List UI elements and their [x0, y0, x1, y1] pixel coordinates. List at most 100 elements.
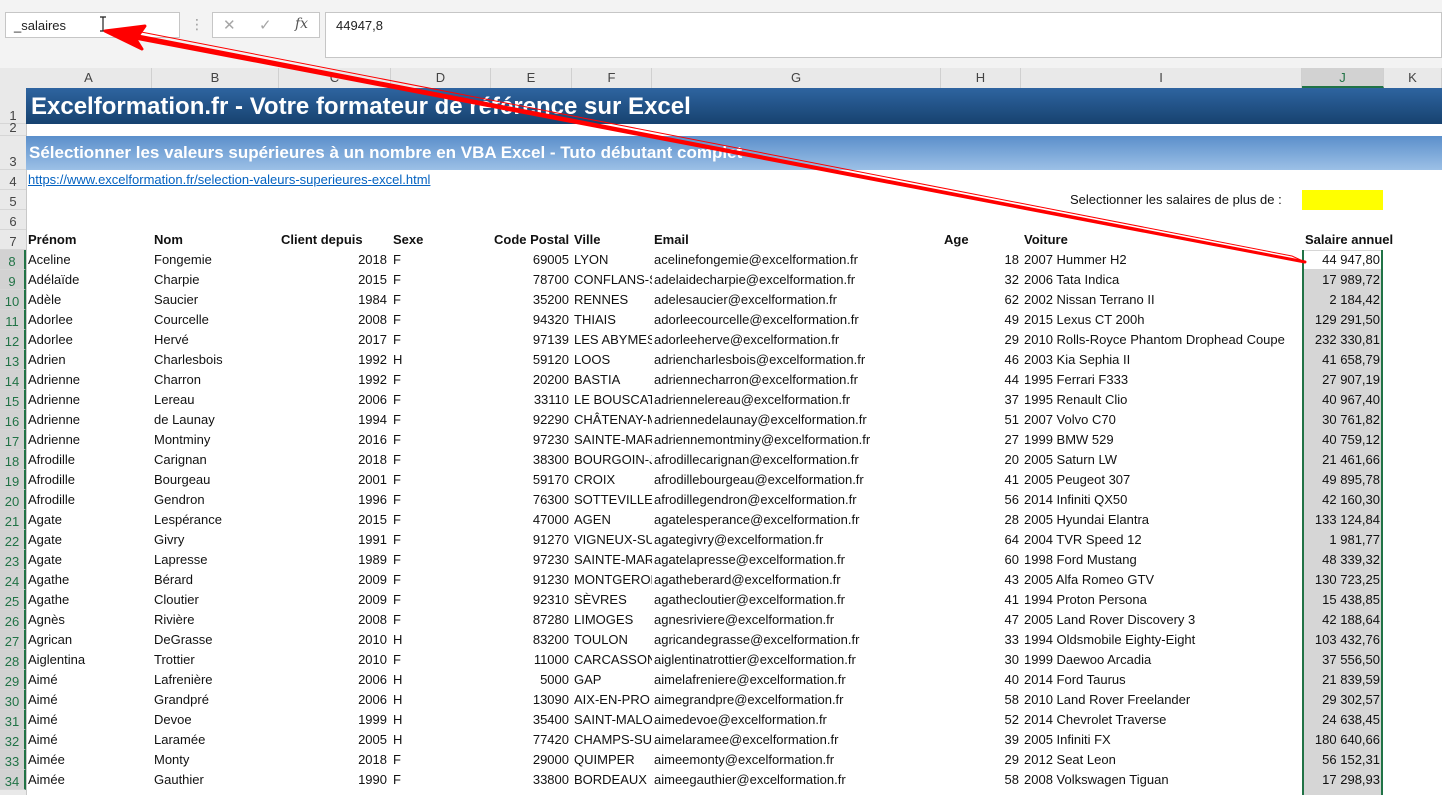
cell-ville[interactable]: BORDEAUX — [574, 772, 652, 787]
threshold-input-cell[interactable] — [1302, 190, 1383, 210]
cell-code-postal[interactable]: 35200 — [491, 292, 569, 307]
cell-salaire[interactable]: 48 339,32 — [1302, 552, 1380, 567]
cell-prenom[interactable]: Adorlee — [28, 332, 152, 347]
cell-nom[interactable]: Trottier — [154, 652, 279, 667]
cell-ville[interactable]: SÈVRES — [574, 592, 652, 607]
row-header-5[interactable]: 5 — [0, 190, 26, 210]
cell-code-postal[interactable]: 38300 — [491, 452, 569, 467]
cell-email[interactable]: adorleecourcelle@excelformation.fr — [654, 312, 939, 327]
cell-nom[interactable]: Gauthier — [154, 772, 279, 787]
cell-sexe[interactable]: F — [393, 772, 489, 787]
cell-client-depuis[interactable]: 1992 — [279, 372, 387, 387]
cell-salaire[interactable]: 42 160,30 — [1302, 492, 1380, 507]
cell-code-postal[interactable]: 35400 — [491, 712, 569, 727]
cell-nom[interactable]: Charron — [154, 372, 279, 387]
cell-salaire[interactable]: 56 152,31 — [1302, 752, 1380, 767]
cell-client-depuis[interactable]: 1996 — [279, 492, 387, 507]
enter-icon[interactable]: ✓ — [259, 16, 272, 34]
cell-sexe[interactable]: H — [393, 632, 489, 647]
cell-email[interactable]: aimegrandpre@excelformation.fr — [654, 692, 939, 707]
column-header-a[interactable]: A — [26, 68, 152, 88]
cell-ville[interactable]: SAINTE-MAR — [574, 432, 652, 447]
cell-ville[interactable]: CHAMPS-SUI — [574, 732, 652, 747]
cell-age[interactable]: 51 — [941, 412, 1019, 427]
cell-prenom[interactable]: Adrienne — [28, 412, 152, 427]
cell-email[interactable]: agatheberard@excelformation.fr — [654, 572, 939, 587]
cell-sexe[interactable]: F — [393, 332, 489, 347]
cell-prenom[interactable]: Agrican — [28, 632, 152, 647]
cell-voiture[interactable]: 2014 Infiniti QX50 — [1024, 492, 1300, 507]
cell-salaire[interactable]: 29 302,57 — [1302, 692, 1380, 707]
cell-salaire[interactable]: 41 658,79 — [1302, 352, 1380, 367]
cell-email[interactable]: adriennedelaunay@excelformation.fr — [654, 412, 939, 427]
cell-age[interactable]: 20 — [941, 452, 1019, 467]
cell-email[interactable]: agricandegrasse@excelformation.fr — [654, 632, 939, 647]
cell-client-depuis[interactable]: 2010 — [279, 652, 387, 667]
cell-age[interactable]: 33 — [941, 632, 1019, 647]
cell-voiture[interactable]: 1994 Proton Persona — [1024, 592, 1300, 607]
cell-voiture[interactable]: 1999 BMW 529 — [1024, 432, 1300, 447]
cell-salaire[interactable]: 21 839,59 — [1302, 672, 1380, 687]
cell-nom[interactable]: Laramée — [154, 732, 279, 747]
cell-nom[interactable]: DeGrasse — [154, 632, 279, 647]
cell-client-depuis[interactable]: 2018 — [279, 252, 387, 267]
column-header-g[interactable]: G — [652, 68, 941, 88]
cell-email[interactable]: agnesriviere@excelformation.fr — [654, 612, 939, 627]
formula-input[interactable]: 44947,8 — [325, 12, 1442, 58]
cell-prenom[interactable]: Adrienne — [28, 392, 152, 407]
cell-client-depuis[interactable]: 1994 — [279, 412, 387, 427]
cell-age[interactable]: 58 — [941, 692, 1019, 707]
cell-nom[interactable]: Courcelle — [154, 312, 279, 327]
cell-email[interactable]: aimedevoe@excelformation.fr — [654, 712, 939, 727]
cell-prenom[interactable]: Aimée — [28, 772, 152, 787]
cell-sexe[interactable]: H — [393, 732, 489, 747]
cell-age[interactable]: 46 — [941, 352, 1019, 367]
cell-age[interactable]: 62 — [941, 292, 1019, 307]
cancel-icon[interactable]: ✕ — [223, 16, 236, 34]
cell-sexe[interactable]: F — [393, 292, 489, 307]
cell-nom[interactable]: Montminy — [154, 432, 279, 447]
cell-sexe[interactable]: H — [393, 352, 489, 367]
cell-sexe[interactable]: F — [393, 472, 489, 487]
cell-client-depuis[interactable]: 1989 — [279, 552, 387, 567]
cell-voiture[interactable]: 2012 Seat Leon — [1024, 752, 1300, 767]
cell-salaire[interactable]: 1 981,77 — [1302, 532, 1380, 547]
cell-email[interactable]: acelinefongemie@excelformation.fr — [654, 252, 939, 267]
cell-client-depuis[interactable]: 1992 — [279, 352, 387, 367]
column-header-k[interactable]: K — [1384, 68, 1442, 88]
cell-sexe[interactable]: F — [393, 272, 489, 287]
cell-voiture[interactable]: 2005 Hyundai Elantra — [1024, 512, 1300, 527]
cell-ville[interactable]: THIAIS — [574, 312, 652, 327]
cell-prenom[interactable]: Agnès — [28, 612, 152, 627]
cell-email[interactable]: adriennemontminy@excelformation.fr — [654, 432, 939, 447]
cell-salaire[interactable]: 103 432,76 — [1302, 632, 1380, 647]
cell-client-depuis[interactable]: 2015 — [279, 272, 387, 287]
cell-email[interactable]: adriennecharron@excelformation.fr — [654, 372, 939, 387]
cell-sexe[interactable]: F — [393, 532, 489, 547]
cell-voiture[interactable]: 1994 Oldsmobile Eighty-Eight — [1024, 632, 1300, 647]
cell-code-postal[interactable]: 92290 — [491, 412, 569, 427]
cell-client-depuis[interactable]: 2016 — [279, 432, 387, 447]
cell-age[interactable]: 30 — [941, 652, 1019, 667]
cell-code-postal[interactable]: 91270 — [491, 532, 569, 547]
cell-salaire[interactable]: 30 761,82 — [1302, 412, 1380, 427]
cell-email[interactable]: adriencharlesbois@excelformation.fr — [654, 352, 939, 367]
cell-age[interactable]: 47 — [941, 612, 1019, 627]
cell-voiture[interactable]: 1995 Ferrari F333 — [1024, 372, 1300, 387]
cell-prenom[interactable]: Adrienne — [28, 432, 152, 447]
cell-nom[interactable]: Monty — [154, 752, 279, 767]
cell-salaire[interactable]: 40 759,12 — [1302, 432, 1380, 447]
cell-voiture[interactable]: 2006 Tata Indica — [1024, 272, 1300, 287]
cell-nom[interactable]: Givry — [154, 532, 279, 547]
cell-sexe[interactable]: H — [393, 712, 489, 727]
column-header-e[interactable]: E — [491, 68, 572, 88]
cell-client-depuis[interactable]: 2009 — [279, 572, 387, 587]
cell-prenom[interactable]: Aceline — [28, 252, 152, 267]
cell-nom[interactable]: Cloutier — [154, 592, 279, 607]
cell-client-depuis[interactable]: 2015 — [279, 512, 387, 527]
cell-age[interactable]: 32 — [941, 272, 1019, 287]
cell-sexe[interactable]: F — [393, 752, 489, 767]
cell-nom[interactable]: Grandpré — [154, 692, 279, 707]
row-header-4[interactable]: 4 — [0, 170, 26, 190]
cell-code-postal[interactable]: 5000 — [491, 672, 569, 687]
